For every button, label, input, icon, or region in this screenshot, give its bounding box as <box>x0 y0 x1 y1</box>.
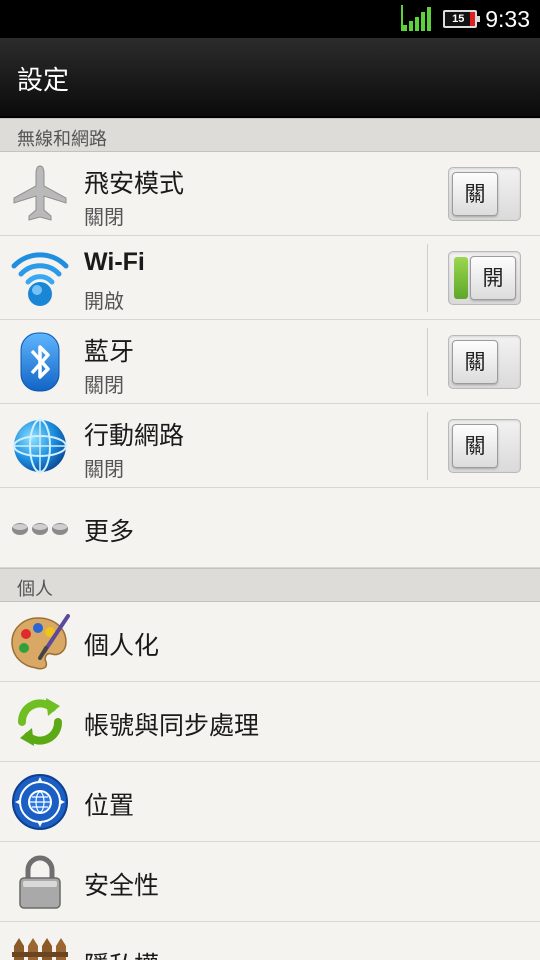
item-title: 藍牙 <box>84 337 135 366</box>
privacy-fence-icon <box>10 932 70 960</box>
section-title: 個人 <box>17 579 53 600</box>
location-item[interactable]: 位置 <box>0 762 540 842</box>
toggle-on-indicator <box>454 257 468 299</box>
lock-icon <box>10 852 70 912</box>
item-title: 安全性 <box>84 871 160 900</box>
wifi-toggle[interactable]: 開 <box>448 251 521 305</box>
bluetooth-icon <box>10 331 70 392</box>
toggle-label: 開 <box>470 256 516 300</box>
section-header-personal: 個人 <box>0 568 540 602</box>
palette-icon <box>10 612 70 672</box>
item-status: 開啟 <box>84 289 124 313</box>
item-status: 關閉 <box>84 205 124 229</box>
item-title: 行動網路 <box>84 421 185 450</box>
section-title: 無線和網路 <box>17 129 107 150</box>
personalize-item[interactable]: 個人化 <box>0 602 540 682</box>
item-title: 個人化 <box>84 631 160 660</box>
toggle-label: 關 <box>452 172 498 216</box>
mobile-network-toggle[interactable]: 關 <box>448 419 521 473</box>
bluetooth-toggle[interactable]: 關 <box>448 335 521 389</box>
accounts-sync-item[interactable]: 帳號與同步處理 <box>0 682 540 762</box>
toggle-label: 關 <box>452 424 498 468</box>
airplane-mode-toggle[interactable]: 關 <box>448 167 521 221</box>
mobile-network-icon <box>10 415 70 475</box>
mobile-network-item[interactable]: 行動網路 關閉 關 <box>0 404 540 488</box>
item-title: 隱私權 <box>84 946 159 960</box>
divider <box>427 412 428 480</box>
item-title: 位置 <box>84 791 135 820</box>
item-title: Wi-Fi <box>84 248 145 276</box>
more-item[interactable]: 更多 <box>0 488 540 568</box>
security-item[interactable]: 安全性 <box>0 842 540 922</box>
toggle-label: 關 <box>452 340 498 384</box>
divider <box>427 244 428 312</box>
location-icon <box>10 772 70 832</box>
section-header-wireless: 無線和網路 <box>0 118 540 152</box>
divider <box>427 328 428 396</box>
bluetooth-item[interactable]: 藍牙 關閉 關 <box>0 320 540 404</box>
signal-icon <box>401 5 435 33</box>
privacy-item[interactable]: 隱私權 <box>0 922 540 960</box>
battery-level: 15 <box>452 13 465 25</box>
more-icon <box>10 498 70 558</box>
item-title: 更多 <box>84 517 135 546</box>
clock: 9:33 <box>485 5 530 32</box>
airplane-mode-item[interactable]: 飛安模式 關閉 關 <box>0 152 540 236</box>
page-title: 設定 <box>17 66 70 96</box>
airplane-icon <box>10 162 70 222</box>
item-status: 關閉 <box>84 373 124 397</box>
status-bar: 15 9:33 <box>0 0 540 38</box>
item-title: 飛安模式 <box>84 169 185 198</box>
item-title: 帳號與同步處理 <box>84 711 260 740</box>
sync-icon <box>10 692 70 752</box>
item-status: 關閉 <box>84 457 124 481</box>
title-bar: 設定 <box>0 38 540 118</box>
battery-icon: 15 <box>443 10 481 28</box>
wifi-icon <box>10 246 70 306</box>
wifi-item[interactable]: Wi-Fi 開啟 開 <box>0 236 540 320</box>
